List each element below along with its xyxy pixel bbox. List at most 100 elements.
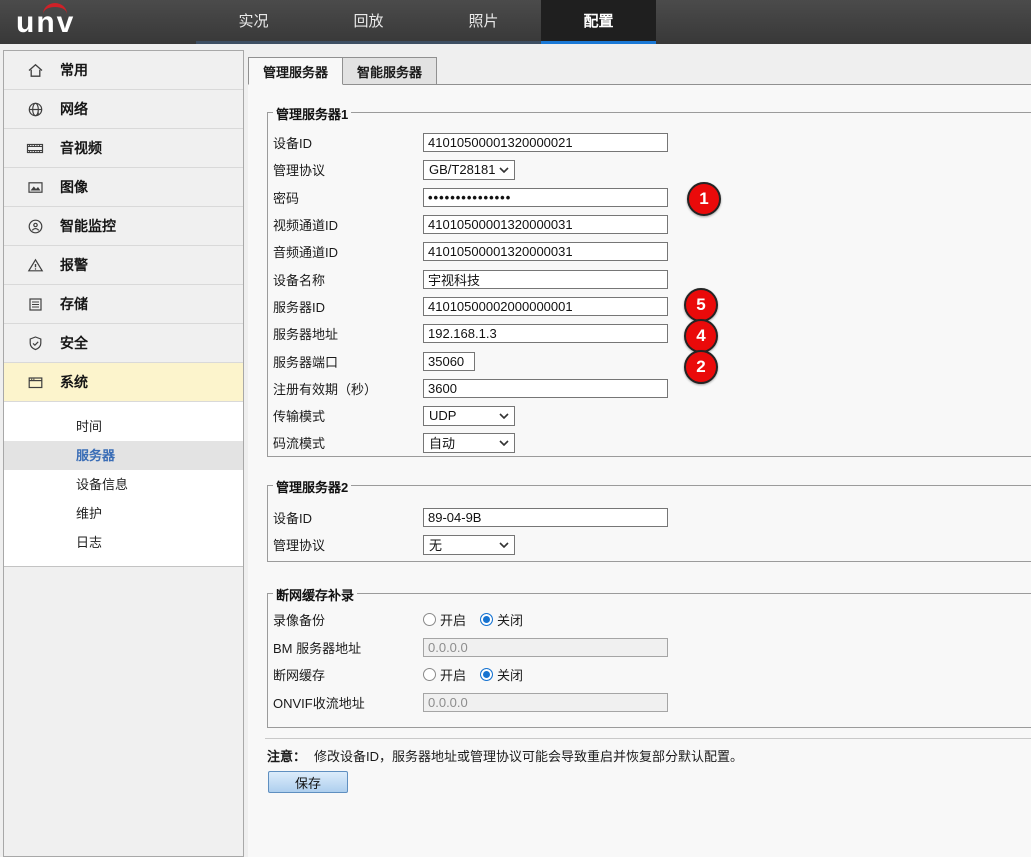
radio-icon (423, 613, 436, 626)
field-label: 设备名称 (273, 270, 423, 289)
submenu-item-label: 时间 (76, 419, 102, 434)
field-label: 传输模式 (273, 406, 423, 425)
nav-tab-playback-label: 回放 (353, 10, 383, 31)
group-legend: 管理服务器2 (273, 477, 351, 496)
management-protocol-2-select[interactable]: 无 (423, 535, 515, 555)
image-icon (26, 178, 44, 196)
select-value: GB/T28181 (429, 162, 496, 177)
field-row: 录像备份 开启 关闭 (268, 606, 1031, 634)
field-label: 服务器ID (273, 297, 423, 316)
offline-cache-on-radio[interactable]: 开启 (423, 665, 466, 684)
tab-label: 管理服务器 (263, 62, 328, 81)
chevron-down-icon (499, 167, 509, 173)
field-row: 音频通道ID (268, 238, 1031, 265)
camera-config-page: unv 实况 回放 照片 配置 常用 (0, 0, 1031, 857)
sidebar-item-image[interactable]: 图像 (4, 168, 243, 207)
note-body: 修改设备ID，服务器地址或管理协议可能会导致重启并恢复部分默认配置。 (314, 749, 743, 764)
field-label: 视频通道ID (273, 215, 423, 234)
server-address-input[interactable] (423, 324, 668, 343)
field-label: 服务器地址 (273, 324, 423, 343)
password-input[interactable] (423, 188, 668, 207)
unv-logo: unv (16, 2, 96, 44)
sidebar-item-network[interactable]: 网络 (4, 90, 243, 129)
sidebar-item-common[interactable]: 常用 (4, 51, 243, 90)
record-backup-radios: 开启 关闭 (423, 610, 537, 629)
field-row: 设备ID (268, 129, 1031, 156)
offline-cache-off-radio[interactable]: 关闭 (480, 665, 523, 684)
annotation-badge-5: 5 (684, 288, 718, 322)
note-prefix: 注意： (267, 749, 306, 764)
submenu-item-label: 日志 (76, 535, 102, 550)
radio-label: 关闭 (497, 610, 523, 629)
nav-tab-photo-label: 照片 (468, 10, 498, 31)
offline-cache-group: 断网缓存补录 录像备份 开启 关闭 BM 服务器地址 断网缓存 (267, 593, 1031, 728)
registration-validity-input[interactable] (423, 379, 668, 398)
field-label: 服务器端口 (273, 352, 423, 371)
sidebar-item-label: 系统 (60, 372, 88, 392)
sidebar-item-audio-video[interactable]: 音视频 (4, 129, 243, 168)
nav-tab-config-label: 配置 (583, 10, 613, 31)
sidebar-item-smart-monitoring[interactable]: 智能监控 (4, 207, 243, 246)
tab-management-server[interactable]: 管理服务器 (248, 57, 343, 85)
sidebar-item-system[interactable]: 系统 (4, 363, 243, 402)
radio-icon (480, 668, 493, 681)
submenu-item-server[interactable]: 服务器 (4, 441, 243, 470)
globe-icon (26, 100, 44, 118)
chevron-down-icon (499, 413, 509, 419)
bm-server-address-input (423, 638, 668, 657)
nav-tab-config[interactable]: 配置 (541, 0, 656, 44)
record-backup-on-radio[interactable]: 开启 (423, 610, 466, 629)
chevron-down-icon (499, 542, 509, 548)
record-backup-off-radio[interactable]: 关闭 (480, 610, 523, 629)
select-value: 无 (429, 535, 442, 554)
topbar: unv 实况 回放 照片 配置 (0, 0, 1031, 44)
nav-tab-live[interactable]: 实况 (196, 0, 311, 44)
field-row: ONVIF收流地址 (268, 689, 1031, 717)
video-channel-id-input[interactable] (423, 215, 668, 234)
submenu-item-time[interactable]: 时间 (4, 412, 243, 441)
sidebar-item-label: 报警 (60, 255, 88, 275)
audio-channel-id-input[interactable] (423, 242, 668, 261)
smart-monitor-icon (26, 217, 44, 235)
field-row: 服务器端口 (268, 347, 1031, 374)
stream-mode-select[interactable]: 自动 (423, 433, 515, 453)
transport-mode-select[interactable]: UDP (423, 406, 515, 426)
device-id-input[interactable] (423, 133, 668, 152)
field-label: ONVIF收流地址 (273, 693, 423, 712)
save-button[interactable]: 保存 (268, 771, 348, 793)
divider (265, 738, 1031, 739)
tab-intelligence-server[interactable]: 智能服务器 (343, 57, 437, 84)
field-row: 视频通道ID (268, 211, 1031, 238)
sidebar-item-label: 智能监控 (60, 216, 116, 236)
server-port-input[interactable] (423, 352, 475, 371)
device-name-input[interactable] (423, 270, 668, 289)
sidebar-item-label: 图像 (60, 177, 88, 197)
sidebar-item-label: 网络 (60, 99, 88, 119)
submenu-item-label: 服务器 (76, 448, 115, 463)
nav-tab-playback[interactable]: 回放 (311, 0, 426, 44)
management-server-2-group: 管理服务器2 设备ID 管理协议 无 (267, 485, 1031, 562)
submenu-item-maintenance[interactable]: 维护 (4, 499, 243, 528)
field-row: 设备名称 (268, 265, 1031, 292)
film-icon (26, 139, 44, 157)
sidebar: 常用 网络 音视频 图像 (3, 50, 244, 857)
field-label: 管理协议 (273, 535, 423, 554)
device-id-2-input[interactable] (423, 508, 668, 527)
sidebar-item-security[interactable]: 安全 (4, 324, 243, 363)
sidebar-item-label: 存储 (60, 294, 88, 314)
submenu-item-device-info[interactable]: 设备信息 (4, 470, 243, 499)
sidebar-item-label: 音视频 (60, 138, 102, 158)
content-tabs: 管理服务器 智能服务器 (248, 57, 1031, 85)
main-nav: 实况 回放 照片 配置 (196, 0, 656, 44)
sidebar-item-alarm[interactable]: 报警 (4, 246, 243, 285)
server-id-input[interactable] (423, 297, 668, 316)
alarm-icon (26, 256, 44, 274)
submenu-item-log[interactable]: 日志 (4, 528, 243, 557)
sidebar-item-storage[interactable]: 存储 (4, 285, 243, 324)
management-protocol-select[interactable]: GB/T28181 (423, 160, 515, 180)
logo-red-arc-icon (43, 3, 67, 14)
radio-label: 关闭 (497, 665, 523, 684)
offline-cache-radios: 开启 关闭 (423, 665, 537, 684)
annotation-badge-2: 2 (684, 350, 718, 384)
nav-tab-photo[interactable]: 照片 (426, 0, 541, 44)
